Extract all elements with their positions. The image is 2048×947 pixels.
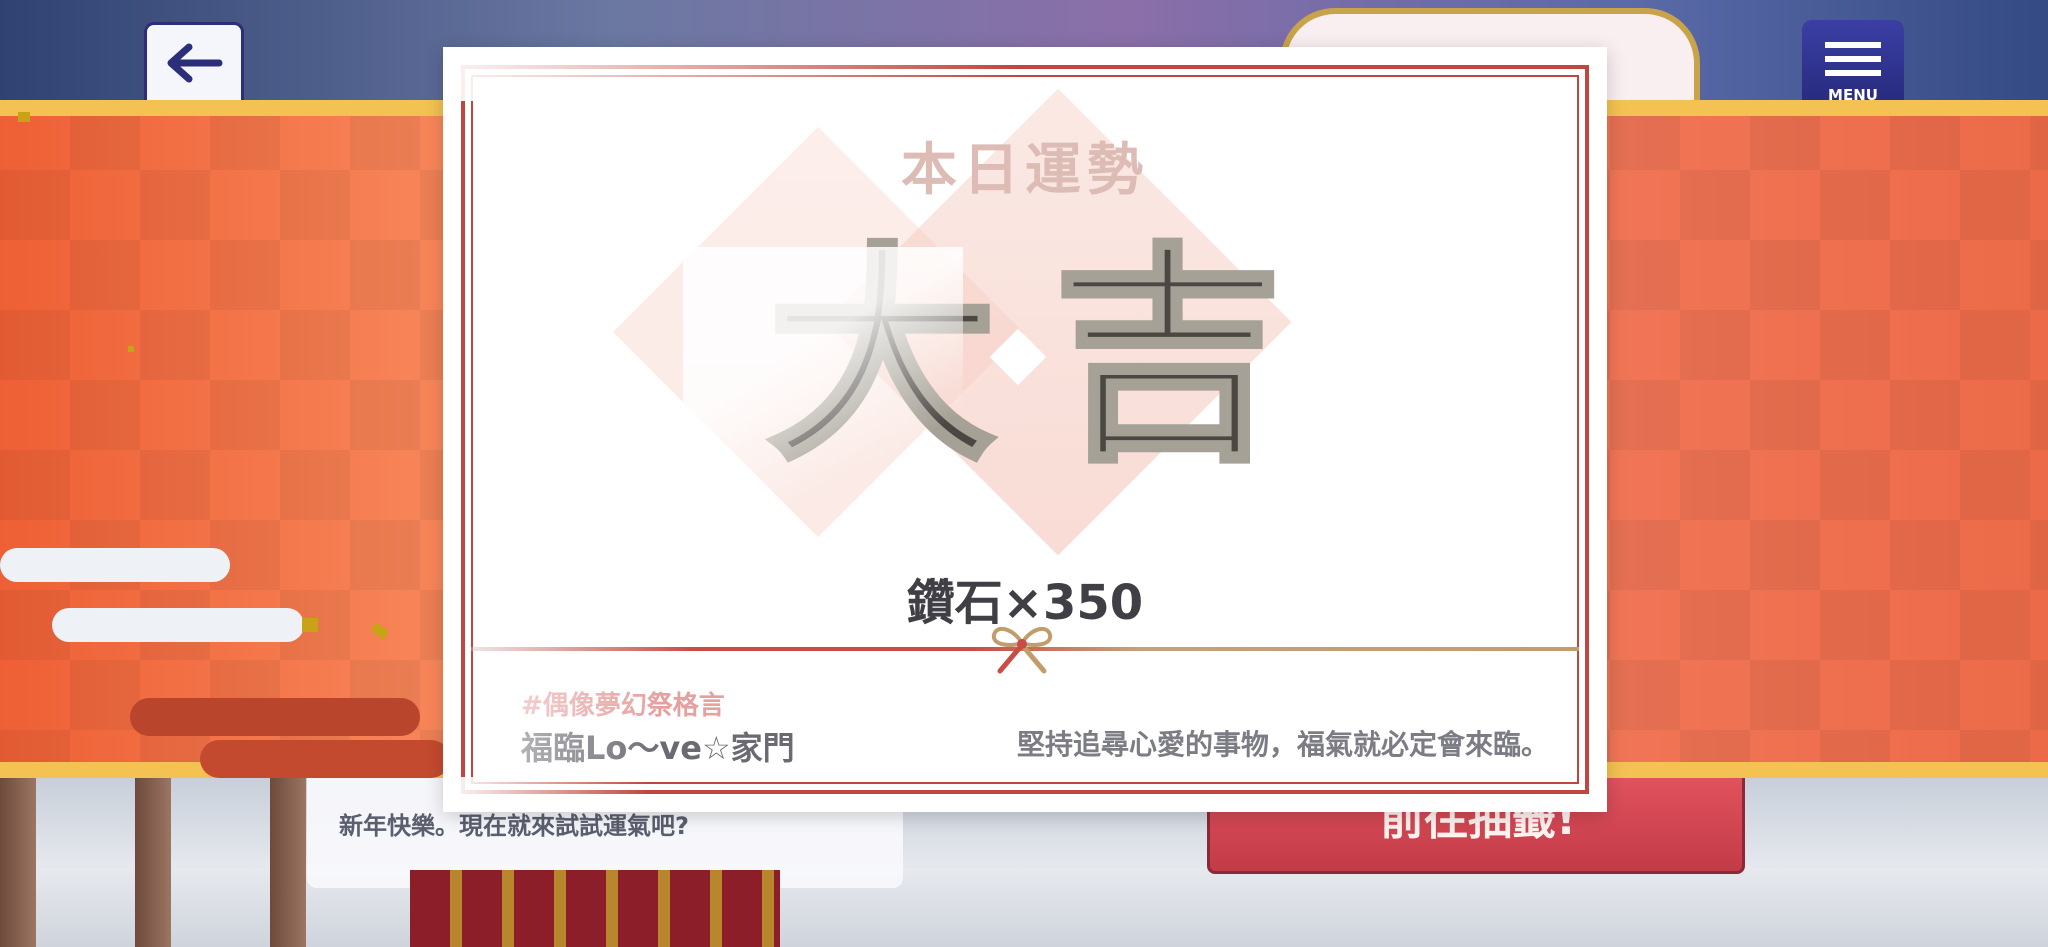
card-frame-fade xyxy=(459,777,649,801)
quote-fade xyxy=(503,677,663,777)
dialogue-text: 新年快樂。現在就來試試運氣吧? xyxy=(339,812,689,840)
card-frame-fade xyxy=(459,61,1019,101)
fortune-title: 本日運勢 xyxy=(901,138,1149,203)
cloud-decoration xyxy=(52,608,304,642)
confetti-piece xyxy=(18,112,30,122)
fortune-reveal-fade xyxy=(683,247,963,507)
fortune-result-text: 大吉 xyxy=(765,222,1339,492)
cloud-decoration xyxy=(130,698,420,736)
menu-button[interactable]: MENU xyxy=(1802,20,1904,112)
shrine-pillar xyxy=(135,775,171,947)
quote-text: 堅持追尋心愛的事物，福氣就必定會來臨。 xyxy=(1016,728,1549,761)
shrine-pillar xyxy=(270,775,306,947)
hamburger-menu-icon xyxy=(1825,42,1881,80)
character-kimono xyxy=(410,870,780,947)
fortune-result-card[interactable]: 本日運勢 大吉 鑽石×350 #偶像夢幻祭格言 福臨Lo～ve☆家門 堅持追尋心… xyxy=(443,47,1607,812)
cloud-decoration xyxy=(200,740,450,778)
ribbon-knot-icon xyxy=(986,619,1058,675)
shrine-pillar xyxy=(0,775,36,947)
confetti-piece xyxy=(128,346,134,352)
back-button[interactable] xyxy=(144,22,244,112)
cloud-decoration xyxy=(0,548,230,582)
confetti-piece xyxy=(302,618,318,632)
